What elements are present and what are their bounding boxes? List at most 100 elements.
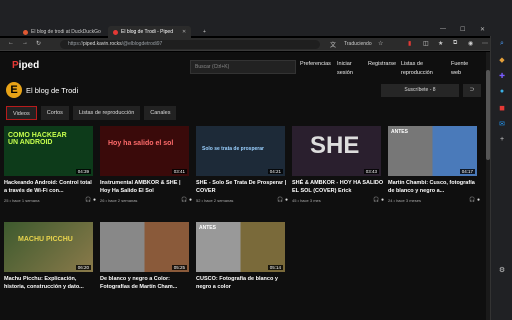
shopping-icon[interactable]: ◆ <box>497 56 507 66</box>
forward-icon[interactable]: → <box>22 40 28 46</box>
favorites-icon[interactable]: ★ <box>438 40 443 47</box>
minimize-icon[interactable]: — <box>440 26 446 32</box>
browser-tab-duckduckgo[interactable]: El blog de trodi at DuckDuckGo ✕ <box>18 26 119 38</box>
video-thumbnail[interactable]: ANTES 04:17 <box>388 126 477 176</box>
page-scrollbar[interactable] <box>486 52 490 320</box>
piped-logo[interactable]: Piped <box>12 60 39 71</box>
video-thumbnail[interactable]: Hoy ha salido el sol 03:41 <box>100 126 189 176</box>
translating-status: Traduciendo <box>344 41 372 47</box>
video-meta: 25 • hace 1 semana <box>4 198 40 203</box>
piped-page: Piped Buscar (Ctrl+K) Preferencias Inici… <box>0 52 486 320</box>
refresh-icon[interactable]: ↻ <box>36 40 41 47</box>
translate-icon[interactable]: 文 <box>330 40 336 49</box>
maximize-icon[interactable]: ☐ <box>460 26 465 33</box>
back-icon[interactable]: ← <box>8 40 14 46</box>
tab-shorts[interactable]: Cortos <box>40 106 69 120</box>
video-meta: 52 • hace 2 semanas <box>196 198 234 203</box>
video-thumbnail[interactable]: Solo se trata de prosperar 04:21 <box>196 126 285 176</box>
video-card[interactable]: ANTES 04:17 Martín Chambi: Cusco, fotogr… <box>388 126 480 204</box>
piped-favicon-icon <box>113 29 118 35</box>
games-icon[interactable]: ● <box>497 88 507 98</box>
close-tab-icon[interactable]: ✕ <box>182 29 186 35</box>
video-thumbnail[interactable]: MACHU PICCHU 06:20 <box>4 222 93 272</box>
tab-channels[interactable]: Canales <box>144 106 177 120</box>
video-meta: 45 • hace 3 mes <box>292 198 321 203</box>
outlook-icon[interactable]: ✉ <box>497 120 507 130</box>
audio-and-share-icons[interactable]: 🎧 ● <box>469 197 480 203</box>
thumbnail-text: ANTES <box>199 225 216 231</box>
split-screen-icon[interactable]: ◫ <box>423 40 429 47</box>
tab-label: El blog de Trodi - Piped <box>121 29 173 35</box>
video-card[interactable]: Solo se trata de prosperar 04:21 SHE - S… <box>196 126 288 204</box>
nav-feed[interactable]: Fuente web <box>451 60 477 78</box>
video-title[interactable]: De blanco y negro a Color: Fotografías d… <box>100 275 192 291</box>
thumbnail-text: SHE <box>310 132 360 159</box>
nav-login[interactable]: Iniciar sesión <box>337 60 361 78</box>
channel-avatar: E <box>6 82 22 98</box>
more-menu-icon[interactable]: ⋯ <box>482 40 488 47</box>
thumbnail-text: MACHU PICCHU <box>18 236 73 243</box>
browser-sidebar: ⌕ ◆ ✚ ● ◼ ✉ + ⚙ <box>490 36 512 320</box>
audio-and-share-icons[interactable]: 🎧 ● <box>277 197 288 203</box>
video-thumbnail[interactable]: COMO HACKEAR UN ANDROID 04:39 <box>4 126 93 176</box>
audio-and-share-icons[interactable]: 🎧 ● <box>373 197 384 203</box>
subscribe-button[interactable]: Suscríbete - 8 <box>381 84 459 97</box>
url-field[interactable]: https://piped.kavin.rocks/@elblogdetrodi… <box>60 40 320 49</box>
video-thumbnail[interactable]: SHE 03:43 <box>292 126 381 176</box>
video-thumbnail[interactable]: ANTES 05:14 <box>196 222 285 272</box>
video-duration: 06:20 <box>75 265 91 270</box>
scrollbar-thumb[interactable] <box>486 70 490 160</box>
video-card[interactable]: SHE 03:43 SHÉ & AMBKOR - HOY HA SALIDO E… <box>292 126 384 204</box>
thumbnail-text: COMO HACKEAR UN ANDROID <box>8 132 67 146</box>
video-meta: 24 • hace 3 meses <box>388 198 421 203</box>
audio-and-share-icons[interactable]: 🎧 ● <box>85 197 96 203</box>
video-card[interactable]: COMO HACKEAR UN ANDROID 04:39 Hackeando … <box>4 126 96 204</box>
nav-playlists[interactable]: Listas de reproducción <box>401 60 445 78</box>
video-card[interactable]: 05:25 De blanco y negro a Color: Fotogra… <box>100 222 192 291</box>
tab-videos[interactable]: Videos <box>6 106 37 120</box>
browser-tab-piped[interactable]: El blog de Trodi - Piped ✕ <box>108 26 192 38</box>
channel-tabs: Videos Cortos Listas de reproducción Can… <box>6 106 177 120</box>
tab-label: El blog de trodi at DuckDuckGo <box>31 29 101 35</box>
audio-and-share-icons[interactable]: 🎧 ● <box>181 197 192 203</box>
thumbnail-text: Solo se trata de prosperar <box>202 146 264 152</box>
nav-preferences[interactable]: Preferencias <box>300 60 331 69</box>
duckduckgo-favicon-icon <box>23 29 28 35</box>
sidebar-settings-icon[interactable]: ⚙ <box>497 266 507 276</box>
video-title[interactable]: Martín Chambi: Cusco, fotografía de blan… <box>388 179 480 195</box>
video-thumbnail[interactable]: 05:25 <box>100 222 189 272</box>
video-duration: 05:25 <box>171 265 187 270</box>
close-window-icon[interactable]: ✕ <box>480 26 485 33</box>
video-meta: 26 • hace 2 semanas <box>100 198 138 203</box>
video-title[interactable]: Machu Picchu: Explicación, historia, con… <box>4 275 96 291</box>
thumbnail-text: ANTES <box>391 129 408 135</box>
new-tab-button[interactable]: + <box>198 26 211 38</box>
collections-icon[interactable]: ⧉ <box>453 40 457 47</box>
video-duration: 04:17 <box>459 169 475 174</box>
profile-icon[interactable]: ◉ <box>468 40 473 47</box>
video-duration: 03:41 <box>171 169 187 174</box>
video-card[interactable]: Hoy ha salido el sol 03:41 Instrumental … <box>100 126 192 204</box>
video-title[interactable]: CUSCO: Fotografía de blanco y negro a co… <box>196 275 288 291</box>
search-sidebar-icon[interactable]: ⌕ <box>497 40 507 50</box>
video-duration: 05:14 <box>267 265 283 270</box>
star-icon[interactable]: ☆ <box>378 40 383 47</box>
search-input[interactable]: Buscar (Ctrl+K) <box>190 60 296 74</box>
video-title[interactable]: SHÉ & AMBKOR - HOY HA SALIDO EL SOL (COV… <box>292 179 384 195</box>
channel-name: El blog de Trodi <box>26 86 79 95</box>
add-app-icon[interactable]: + <box>497 136 507 146</box>
video-title[interactable]: Instrumental AMBKOR & SHE | Hoy Ha Salid… <box>100 179 192 195</box>
tools-icon[interactable]: ✚ <box>497 72 507 82</box>
rss-icon[interactable]: ⊃ <box>463 84 481 97</box>
video-duration: 04:39 <box>75 169 91 174</box>
video-title[interactable]: Hackeando Android: Control total a travé… <box>4 179 96 195</box>
thumbnail-text: Hoy ha salido el sol <box>108 140 174 147</box>
office-icon[interactable]: ◼ <box>497 104 507 114</box>
video-title[interactable]: SHE - Solo Se Trata De Prosperar | COVER <box>196 179 288 195</box>
video-card[interactable]: MACHU PICCHU 06:20 Machu Picchu: Explica… <box>4 222 96 291</box>
tab-playlists[interactable]: Listas de reproducción <box>72 106 141 120</box>
video-duration: 03:43 <box>363 169 379 174</box>
nav-register[interactable]: Registrarse <box>368 60 396 69</box>
extension-icon[interactable]: ▮ <box>408 40 411 47</box>
video-card[interactable]: ANTES 05:14 CUSCO: Fotografía de blanco … <box>196 222 288 291</box>
